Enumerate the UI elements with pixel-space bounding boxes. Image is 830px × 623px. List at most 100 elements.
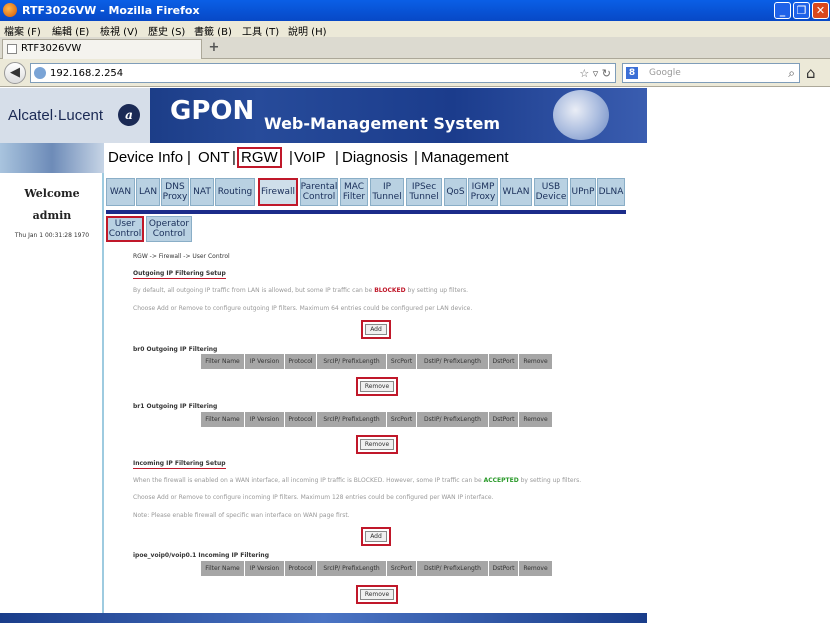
search-box[interactable]: 8 Google ⌕ bbox=[622, 63, 800, 83]
ipoe-title: ipoe_voip0/voip0.1 Incoming IP Filtering bbox=[133, 552, 269, 559]
table-header-row: Filter Name IP Version Protocol SrcIP/ P… bbox=[200, 560, 553, 577]
page-content: Alcatel·Lucent a GPON Web-Management Sys… bbox=[0, 88, 647, 623]
menu-bookmarks[interactable]: 書籤 (B) bbox=[194, 23, 232, 38]
col-filter-name: Filter Name bbox=[200, 411, 245, 428]
ipoe-remove-button[interactable]: Remove bbox=[360, 589, 394, 600]
col-remove: Remove bbox=[518, 353, 553, 370]
tab-upnp[interactable]: UPnP bbox=[570, 178, 596, 206]
page-footer-bar bbox=[0, 613, 647, 623]
browser-tab[interactable]: RTF3026VW bbox=[2, 39, 202, 59]
close-button[interactable]: ✕ bbox=[812, 2, 829, 19]
table-header-row: Filter Name IP Version Protocol SrcIP/ P… bbox=[200, 353, 553, 370]
col-dstport: DstPort bbox=[488, 560, 519, 577]
menu-help[interactable]: 說明 (H) bbox=[288, 23, 327, 38]
home-icon[interactable]: ⌂ bbox=[806, 64, 816, 82]
product-name: GPON bbox=[170, 96, 255, 126]
incoming-desc-1-pre: When the firewall is enabled on a WAN in… bbox=[133, 477, 482, 484]
col-dstip: DstIP/ PrefixLength bbox=[416, 560, 489, 577]
navigation-bar: ◀ 192.168.2.254 ☆ ▿ ↻ 8 Google ⌕ ⌂ bbox=[0, 59, 830, 87]
outgoing-desc-2: Choose Add or Remove to configure outgoi… bbox=[133, 305, 473, 312]
menu-history[interactable]: 歷史 (S) bbox=[148, 23, 185, 38]
tab-nat[interactable]: NAT bbox=[190, 178, 214, 206]
logo: Alcatel·Lucent a bbox=[0, 88, 150, 143]
tab-wan[interactable]: WAN bbox=[106, 178, 135, 206]
col-ip-version: IP Version bbox=[244, 411, 285, 428]
window-titlebar: RTF3026VW - Mozilla Firefox _ ❐ ✕ bbox=[0, 0, 830, 21]
menu-file[interactable]: 檔案 (F) bbox=[4, 23, 41, 38]
menu-edit[interactable]: 編輯 (E) bbox=[52, 23, 89, 38]
left-sidebar: Welcome admin Thu Jan 1 00:31:28 1970 bbox=[0, 143, 104, 613]
tab-ipsec-tunnel[interactable]: IPSec Tunnel bbox=[406, 178, 442, 206]
tab-usb-device[interactable]: USB Device bbox=[534, 178, 568, 206]
search-icon[interactable]: ⌕ bbox=[788, 66, 795, 81]
url-bar[interactable]: 192.168.2.254 ☆ ▿ ↻ bbox=[30, 63, 616, 83]
nav-rgw[interactable]: RGW bbox=[237, 147, 282, 168]
tab-ip-tunnel[interactable]: IP Tunnel bbox=[370, 178, 404, 206]
outgoing-desc-1: By default, all outgoing IP traffic from… bbox=[133, 287, 468, 294]
nav-ont[interactable]: ONT bbox=[198, 149, 230, 166]
tab-bar: RTF3026VW + bbox=[0, 37, 830, 59]
table-header-row: Filter Name IP Version Protocol SrcIP/ P… bbox=[200, 411, 553, 428]
nav-voip[interactable]: VoIP bbox=[294, 149, 326, 166]
br1-remove-button[interactable]: Remove bbox=[360, 439, 394, 450]
br0-title: br0 Outgoing IP Filtering bbox=[133, 346, 218, 353]
page-header: Alcatel·Lucent a GPON Web-Management Sys… bbox=[0, 88, 647, 143]
tab-parental-control[interactable]: Parental Control bbox=[300, 178, 338, 206]
product-subtitle: Web-Management System bbox=[264, 114, 501, 133]
subtab-divider bbox=[106, 210, 626, 214]
tab-dlna[interactable]: DLNA bbox=[597, 178, 625, 206]
incoming-note: Note: Please enable firewall of specific… bbox=[133, 512, 350, 519]
col-dstip: DstIP/ PrefixLength bbox=[416, 353, 489, 370]
col-dstport: DstPort bbox=[488, 411, 519, 428]
tab-wlan[interactable]: WLAN bbox=[500, 178, 532, 206]
col-srcip: SrcIP/ PrefixLength bbox=[316, 411, 387, 428]
br1-filter-table: Filter Name IP Version Protocol SrcIP/ P… bbox=[200, 411, 553, 428]
new-tab-button[interactable]: + bbox=[205, 41, 223, 57]
firefox-icon bbox=[3, 3, 17, 17]
menu-tools[interactable]: 工具 (T) bbox=[242, 23, 279, 38]
nav-sep: | bbox=[289, 149, 293, 166]
tab-routing[interactable]: Routing bbox=[215, 178, 255, 206]
incoming-section-title: Incoming IP Filtering Setup bbox=[133, 460, 226, 469]
tab-operator-control[interactable]: Operator Control bbox=[146, 216, 192, 242]
incoming-desc-1-post: by setting up filters. bbox=[520, 477, 582, 484]
col-protocol: Protocol bbox=[284, 411, 317, 428]
sidebar-banner bbox=[0, 143, 104, 173]
maximize-button[interactable]: ❐ bbox=[793, 2, 810, 19]
tab-user-control[interactable]: User Control bbox=[106, 216, 144, 242]
col-filter-name: Filter Name bbox=[200, 353, 245, 370]
search-engine-icon[interactable]: 8 bbox=[626, 67, 638, 79]
outgoing-add-button[interactable]: Add bbox=[365, 324, 387, 335]
nav-sep: | bbox=[187, 149, 191, 166]
globe-icon bbox=[34, 67, 46, 79]
menu-view[interactable]: 檢視 (V) bbox=[100, 23, 138, 38]
col-ip-version: IP Version bbox=[244, 353, 285, 370]
col-srcip: SrcIP/ PrefixLength bbox=[316, 353, 387, 370]
incoming-desc-1: When the firewall is enabled on a WAN in… bbox=[133, 477, 581, 484]
nav-management[interactable]: Management bbox=[421, 149, 509, 166]
incoming-desc-2: Choose Add or Remove to configure incomi… bbox=[133, 494, 494, 501]
accepted-label: ACCEPTED bbox=[483, 477, 519, 484]
menu-bar: 檔案 (F) 編輯 (E) 檢視 (V) 歷史 (S) 書籤 (B) 工具 (T… bbox=[0, 21, 830, 38]
tab-firewall[interactable]: Firewall bbox=[258, 178, 298, 206]
tab-lan[interactable]: LAN bbox=[136, 178, 160, 206]
ipoe-remove-wrap: Remove bbox=[356, 585, 398, 604]
tab-qos[interactable]: QoS bbox=[444, 178, 467, 206]
nav-device-info[interactable]: Device Info bbox=[108, 149, 183, 166]
nav-sep: | bbox=[335, 149, 339, 166]
empty-pane bbox=[647, 88, 830, 623]
nav-sep: | bbox=[232, 149, 236, 166]
reload-icon[interactable]: ☆ ▿ ↻ bbox=[579, 67, 611, 80]
system-time: Thu Jan 1 00:31:28 1970 bbox=[14, 232, 90, 239]
tab-mac-filter[interactable]: MAC Filter bbox=[340, 178, 368, 206]
br0-remove-button[interactable]: Remove bbox=[360, 381, 394, 392]
tab-igmp-proxy[interactable]: IGMP Proxy bbox=[468, 178, 498, 206]
back-button[interactable]: ◀ bbox=[4, 62, 26, 84]
minimize-button[interactable]: _ bbox=[774, 2, 791, 19]
nav-diagnosis[interactable]: Diagnosis bbox=[342, 149, 408, 166]
incoming-add-button[interactable]: Add bbox=[365, 531, 387, 542]
col-protocol: Protocol bbox=[284, 560, 317, 577]
tab-dns-proxy[interactable]: DNS Proxy bbox=[161, 178, 189, 206]
col-protocol: Protocol bbox=[284, 353, 317, 370]
col-srcport: SrcPort bbox=[386, 560, 417, 577]
